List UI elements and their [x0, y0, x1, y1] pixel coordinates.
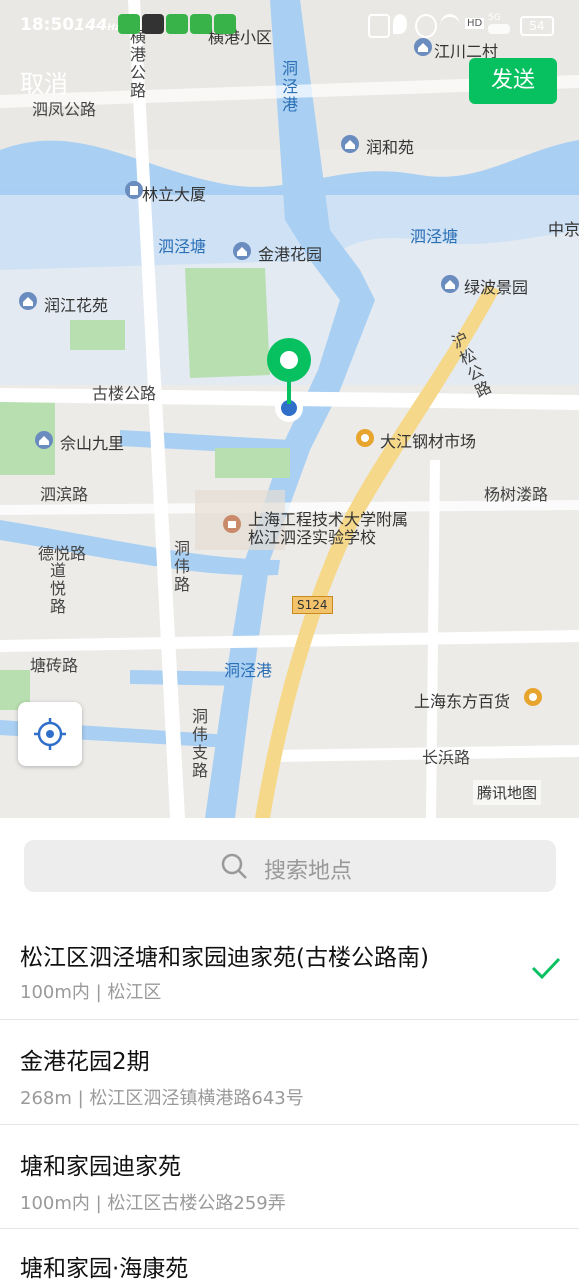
result-item[interactable]: 塘和家园·海康苑 [0, 1229, 579, 1282]
result-subtitle: 100m内 | 松江区 [20, 982, 162, 1003]
map-label-sifeng-road: 泗凤公路 [32, 100, 97, 119]
map-label-dongjinggang-top: 洞泾港 [279, 60, 298, 114]
school-icon [223, 515, 241, 533]
send-button[interactable]: 发送 [469, 58, 557, 104]
wechat-icon [214, 14, 236, 34]
location-icon [393, 14, 407, 34]
home-icon [35, 431, 53, 449]
map-label-tangzhuan-road: 塘砖路 [30, 656, 79, 675]
home-icon [441, 275, 459, 293]
result-subtitle: 268m | 松江区泗泾镇横港路643号 [20, 1088, 304, 1109]
map-label-lvbo: 绿波景园 [464, 278, 529, 297]
map-label-daoyue-road: 道悦路 [47, 562, 66, 616]
map-label-deyue-road: 德悦路 [38, 544, 87, 563]
wechat-icon [118, 14, 140, 34]
map-label-s124: S124 [292, 596, 333, 614]
home-icon [233, 242, 251, 260]
tencent-map-watermark: 腾讯地图 [473, 780, 542, 805]
result-subtitle: 100m内 | 松江区古楼公路259弄 [20, 1193, 286, 1214]
map-label-dongwei-road: 洞伟路 [171, 540, 190, 594]
result-item[interactable]: 松江区泗泾塘和家园迪家苑(古楼公路南) 100m内 | 松江区 [0, 918, 579, 1018]
building-icon [125, 181, 143, 199]
map-view[interactable]: 横港公路 横港小区 江川二村 泗凤公路 洞泾港 润和苑 林立大厦 泗泾塘 金港花… [0, 0, 579, 818]
map-label-sheshan: 佘山九里 [60, 434, 125, 453]
map-label-sijingtang-right: 泗泾塘 [410, 227, 459, 246]
result-item[interactable]: 塘和家园迪家苑 100m内 | 松江区古楼公路259弄 [0, 1125, 579, 1228]
map-label-dongjinggang-bottom: 洞泾港 [224, 661, 273, 680]
location-sheet: 搜索地点 松江区泗泾塘和家园迪家苑(古楼公路南) 100m内 | 松江区 金港花… [0, 818, 579, 1282]
search-icon [221, 853, 247, 879]
result-item[interactable]: 金港花园2期 268m | 松江区泗泾镇横港路643号 [0, 1020, 579, 1123]
cancel-button[interactable]: 取消 [20, 64, 68, 99]
map-label-runhe: 润和苑 [366, 138, 415, 157]
signal-icon [488, 24, 510, 34]
map-label-changbin-road: 长浜路 [422, 748, 471, 767]
locate-button[interactable] [18, 702, 82, 766]
map-label-sijingtang-left: 泗泾塘 [158, 237, 207, 256]
home-icon [341, 135, 359, 153]
result-title: 塘和家园迪家苑 [20, 1154, 181, 1180]
hd-icon: HD [465, 18, 485, 29]
map-label-zhongjing: 中京 [548, 220, 579, 239]
home-icon [19, 292, 37, 310]
status-bar: 18:50 144Hz HD 5G 54 [0, 0, 579, 52]
qq-icon [142, 14, 164, 34]
map-label-yangshulou: 杨树溇路 [484, 485, 549, 504]
alarm-icon [415, 14, 437, 38]
search-input[interactable]: 搜索地点 [24, 840, 556, 892]
map-label-runjiang: 润江花苑 [44, 296, 109, 315]
status-refresh-rate: 144Hz [74, 15, 121, 34]
map-label-school-line2: 松江泗泾实验学校 [248, 528, 377, 547]
shop-icon [524, 688, 542, 706]
battery-icon: 54 [520, 16, 554, 36]
result-title: 金港花园2期 [20, 1049, 150, 1075]
map-label-gulou-road: 古楼公路 [92, 384, 157, 403]
map-label-linli: 林立大厦 [142, 185, 207, 204]
map-label-dongfang: 上海东方百货 [414, 692, 511, 711]
wechat-icon [166, 14, 188, 34]
wifi-icon [440, 14, 460, 37]
status-time: 18:50 [20, 15, 75, 35]
result-title: 塘和家园·海康苑 [20, 1256, 189, 1282]
key-icon [368, 14, 390, 38]
shop-icon [356, 429, 374, 447]
wechat-icon [190, 14, 212, 34]
map-label-sibin-road: 泗滨路 [40, 485, 89, 504]
map-label-jingang: 金港花园 [258, 245, 323, 264]
crosshair-icon [34, 718, 66, 750]
result-title: 松江区泗泾塘和家园迪家苑(古楼公路南) [20, 945, 429, 971]
search-placeholder: 搜索地点 [264, 859, 353, 884]
check-icon [531, 957, 561, 980]
map-label-dajiang: 大江钢材市场 [380, 432, 477, 451]
network-label: 5G [488, 13, 501, 23]
map-label-dongweizhi-road: 洞伟支路 [189, 708, 208, 780]
